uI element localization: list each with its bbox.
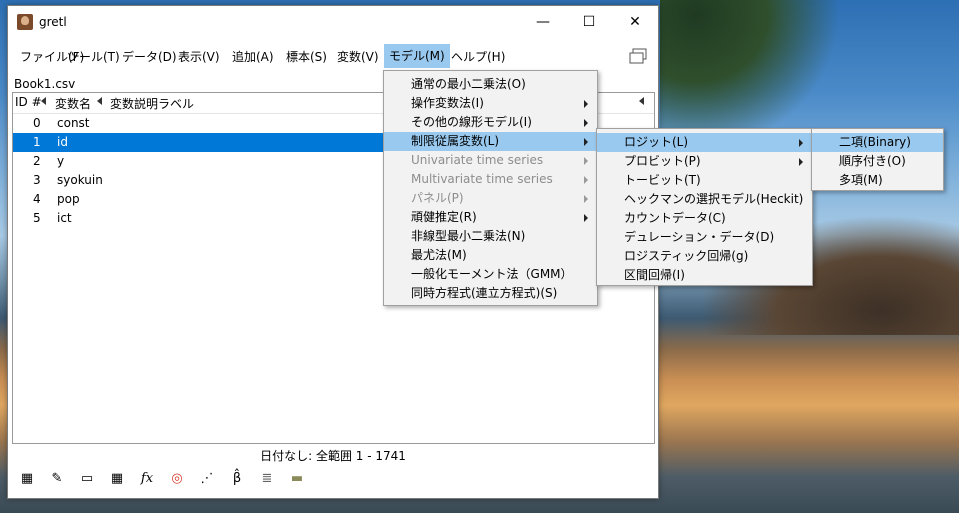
title-bar[interactable]: gretl — ☐ ✕: [8, 6, 658, 38]
row-id: 2: [33, 154, 41, 168]
menu-model[interactable]: モデル(M): [384, 44, 450, 68]
submenu-arrow-icon: [584, 176, 588, 184]
limited-dependent-submenu: ロジット(L) プロビット(P) トービット(T) ヘックマンの選択モデル(He…: [596, 128, 813, 286]
column-description[interactable]: 変数説明ラベル: [110, 95, 194, 112]
menu-add[interactable]: 追加(A): [232, 48, 274, 65]
menu-item-probit[interactable]: プロビット(P): [597, 152, 812, 171]
status-bar: 日付なし: 全範囲 1 - 1741: [260, 449, 406, 463]
menu-item-iv[interactable]: 操作変数法(I): [384, 94, 597, 113]
close-button[interactable]: ✕: [612, 6, 658, 38]
row-name: pop: [57, 192, 80, 206]
menu-item-logit[interactable]: ロジット(L): [597, 133, 812, 152]
menu-item-duration[interactable]: デュレーション・データ(D): [597, 228, 812, 247]
sort-arrow-icon: [41, 97, 46, 105]
sort-arrow-icon: [97, 97, 102, 105]
window-restore-icon[interactable]: [629, 48, 647, 64]
menu-item-binary[interactable]: 二項(Binary): [812, 133, 943, 152]
menu-item-simultaneous[interactable]: 同時方程式(連立方程式)(S): [384, 284, 597, 303]
menu-tools[interactable]: ツール(T): [67, 48, 120, 65]
menu-item-panel: パネル(P): [384, 189, 597, 208]
menu-sample[interactable]: 標本(S): [286, 48, 327, 65]
row-id: 5: [33, 211, 41, 225]
database-icon[interactable]: ≣: [257, 469, 277, 489]
menu-help[interactable]: ヘルプ(H): [451, 48, 505, 65]
menu-item-count-data[interactable]: カウントデータ(C): [597, 209, 812, 228]
menu-item-robust[interactable]: 頑健推定(R): [384, 208, 597, 227]
menu-item-tobit[interactable]: トービット(T): [597, 171, 812, 190]
submenu-arrow-icon: [799, 139, 803, 147]
column-name[interactable]: 変数名: [55, 95, 91, 112]
row-id: 4: [33, 192, 41, 206]
row-name: id: [57, 135, 68, 149]
menu-item-gmm[interactable]: 一般化モーメント法（GMM）: [384, 265, 597, 284]
minimize-button[interactable]: —: [520, 6, 566, 38]
function-icon[interactable]: fx: [137, 469, 157, 489]
gretl-app-icon: [17, 14, 33, 30]
menu-item-multinomial[interactable]: 多項(M): [812, 171, 943, 190]
row-name: ict: [57, 211, 72, 225]
menu-item-interval[interactable]: 区間回帰(I): [597, 266, 812, 285]
row-id: 0: [33, 116, 41, 130]
menu-item-heckit[interactable]: ヘックマンの選択モデル(Heckit): [597, 190, 812, 209]
grid-icon[interactable]: ▦: [107, 469, 127, 489]
menu-view[interactable]: 表示(V): [178, 48, 220, 65]
menu-item-mle[interactable]: 最尤法(M): [384, 246, 597, 265]
maximize-button[interactable]: ☐: [566, 6, 612, 38]
scatter-icon[interactable]: ⋰: [197, 469, 217, 489]
model-menu: 通常の最小二乗法(O) 操作変数法(I) その他の線形モデル(I) 制限従属変数…: [383, 70, 598, 306]
folder-icon[interactable]: ▬: [287, 469, 307, 489]
column-id[interactable]: ID #: [15, 95, 42, 109]
row-name: syokuin: [57, 173, 103, 187]
submenu-arrow-icon: [584, 157, 588, 165]
dataset-filename: Book1.csv: [14, 77, 76, 91]
menu-bar: ファイル(F) ツール(T) データ(D) 表示(V) 追加(A) 標本(S) …: [8, 44, 658, 68]
row-id: 3: [33, 173, 41, 187]
beta-hat-icon[interactable]: β̂: [227, 469, 247, 489]
notepad-icon[interactable]: ✎: [47, 469, 67, 489]
submenu-arrow-icon: [584, 195, 588, 203]
submenu-arrow-icon: [799, 158, 803, 166]
logit-submenu: 二項(Binary) 順序付き(O) 多項(M): [811, 128, 944, 191]
sort-arrow-icon: [639, 97, 644, 105]
row-name: y: [57, 154, 65, 168]
calculator-icon[interactable]: ▦: [17, 469, 37, 489]
menu-item-other-linear[interactable]: その他の線形モデル(I): [384, 113, 597, 132]
submenu-arrow-icon: [584, 214, 588, 222]
menu-item-ordered[interactable]: 順序付き(O): [812, 152, 943, 171]
lifebuoy-icon[interactable]: ◎: [167, 469, 187, 489]
submenu-arrow-icon: [584, 138, 588, 146]
menu-item-ols[interactable]: 通常の最小二乗法(O): [384, 75, 597, 94]
window-title: gretl: [39, 15, 67, 29]
menu-data[interactable]: データ(D): [122, 48, 177, 65]
row-id: 1: [33, 135, 41, 149]
menu-item-univariate-ts: Univariate time series: [384, 151, 597, 170]
submenu-arrow-icon: [584, 119, 588, 127]
menu-item-multivariate-ts: Multivariate time series: [384, 170, 597, 189]
row-name: const: [57, 116, 90, 130]
submenu-arrow-icon: [584, 100, 588, 108]
menu-item-limited-dependent[interactable]: 制限従属変数(L): [384, 132, 597, 151]
menu-item-logistic[interactable]: ロジスティック回帰(g): [597, 247, 812, 266]
menu-variable[interactable]: 変数(V): [337, 48, 379, 65]
terminal-icon[interactable]: ▭: [77, 469, 97, 489]
menu-item-nls[interactable]: 非線型最小二乗法(N): [384, 227, 597, 246]
